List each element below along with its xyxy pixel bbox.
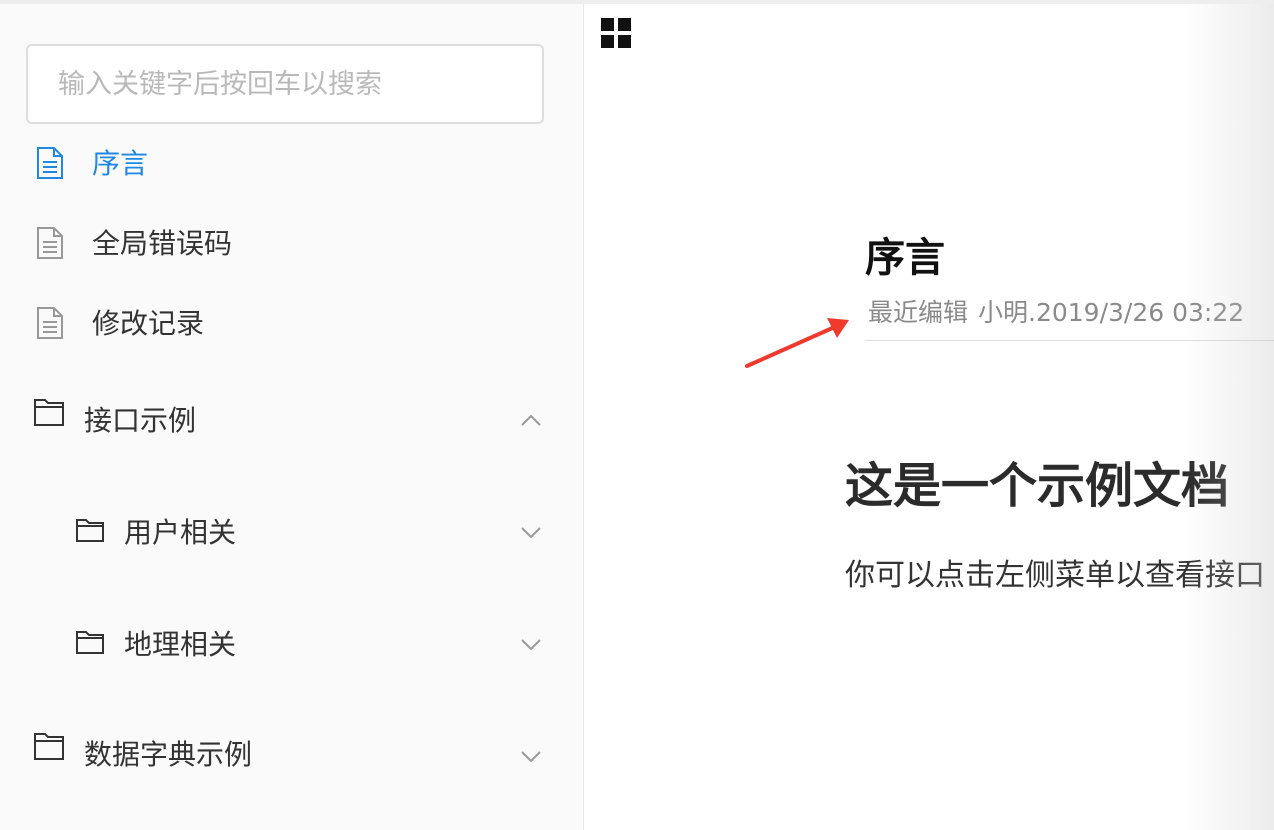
sidebar-item-changelog[interactable]: 修改记录 bbox=[0, 289, 584, 359]
chevron-down-icon[interactable] bbox=[520, 637, 542, 651]
search-input[interactable] bbox=[26, 44, 544, 124]
sidebar-subgroup-geo[interactable]: 地理相关 bbox=[0, 608, 584, 678]
grid-icon[interactable] bbox=[599, 16, 633, 50]
content-heading: 这是一个示例文档 bbox=[845, 458, 1230, 514]
chevron-down-icon[interactable] bbox=[520, 525, 542, 539]
sidebar-item-preface[interactable]: 序言 bbox=[0, 129, 584, 199]
title-divider bbox=[865, 340, 1274, 341]
document-icon bbox=[36, 147, 64, 179]
folder-icon bbox=[34, 398, 64, 426]
chevron-down-icon[interactable] bbox=[520, 749, 542, 763]
folder-icon bbox=[34, 732, 64, 760]
sidebar-item-label: 接口示例 bbox=[84, 404, 197, 437]
last-edited-label: 最近编辑 bbox=[868, 298, 969, 327]
last-edited-meta: 最近编辑 小明.2019/3/26 03:22 bbox=[868, 296, 1244, 330]
sidebar-item-label: 数据字典示例 bbox=[84, 738, 253, 771]
document-icon bbox=[36, 307, 64, 339]
sidebar-item-label: 地理相关 bbox=[124, 628, 237, 661]
content-paragraph: 你可以点击左侧菜单以查看接口 bbox=[845, 558, 1265, 593]
sidebar: 序言 全局错误码 修改记录 接口示例 用户相关 bbox=[0, 4, 584, 830]
annotation-arrow-icon bbox=[745, 304, 865, 384]
document-icon bbox=[36, 227, 64, 259]
sidebar-group-api-examples[interactable]: 接口示例 bbox=[0, 384, 584, 454]
edge-shadow bbox=[1184, 4, 1274, 830]
sidebar-item-label: 序言 bbox=[92, 147, 149, 180]
chevron-up-icon[interactable] bbox=[520, 413, 542, 427]
sidebar-subgroup-user[interactable]: 用户相关 bbox=[0, 496, 584, 566]
sidebar-item-label: 全局错误码 bbox=[92, 227, 233, 260]
folder-icon bbox=[76, 518, 104, 542]
sidebar-item-label: 修改记录 bbox=[92, 307, 205, 340]
last-edited-author-time: 小明.2019/3/26 03:22 bbox=[978, 298, 1245, 327]
folder-icon bbox=[76, 630, 104, 654]
sidebar-item-label: 用户相关 bbox=[124, 516, 237, 549]
page-title: 序言 bbox=[865, 235, 945, 281]
main-content: 序言 最近编辑 小明.2019/3/26 03:22 这是一个示例文档 你可以点击… bbox=[585, 4, 1274, 830]
sidebar-group-data-dictionary[interactable]: 数据字典示例 bbox=[0, 718, 584, 788]
sidebar-item-error-codes[interactable]: 全局错误码 bbox=[0, 209, 584, 279]
